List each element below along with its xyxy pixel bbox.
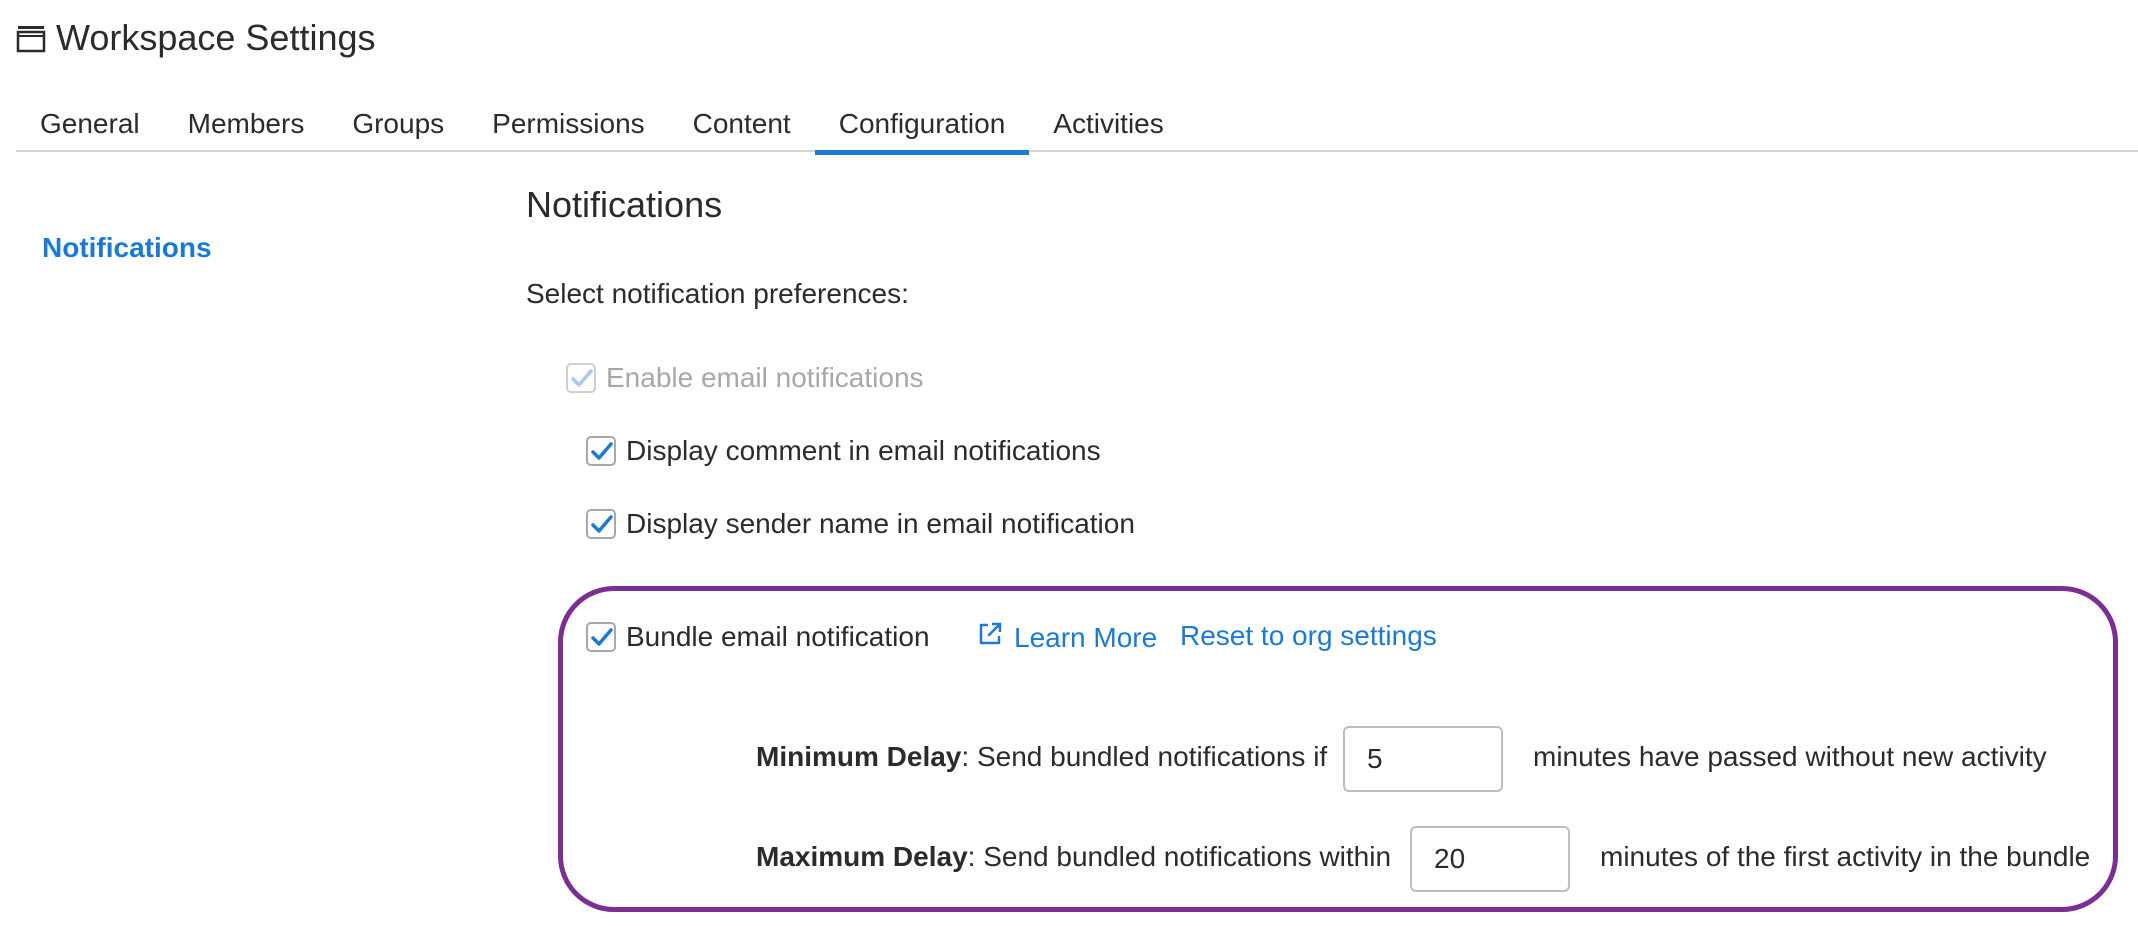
check-icon <box>591 628 613 646</box>
check-icon <box>591 515 613 533</box>
bundle-email-option: Bundle email notification <box>586 621 930 653</box>
display-sender-option: Display sender name in email notificatio… <box>586 508 1135 540</box>
maximum-delay-input[interactable] <box>1410 826 1570 892</box>
maximum-delay-row: Maximum Delay: Send bundled notification… <box>756 841 1391 873</box>
learn-more-label: Learn More <box>1014 621 1158 653</box>
check-icon <box>571 369 593 387</box>
display-sender-checkbox[interactable] <box>586 509 616 539</box>
enable-email-notifications-label: Enable email notifications <box>606 362 924 393</box>
section-title: Notifications <box>526 184 723 225</box>
display-comment-checkbox[interactable] <box>586 436 616 466</box>
enable-email-notifications-checkbox[interactable] <box>566 363 596 393</box>
minimum-delay-suffix: minutes have passed without new activity <box>1533 741 2047 772</box>
tab-general[interactable]: General <box>16 100 164 152</box>
maximum-delay-prefix: : Send bundled notifications within <box>967 841 1392 872</box>
minimum-delay-input[interactable] <box>1343 726 1503 792</box>
tab-activities[interactable]: Activities <box>1029 100 1187 152</box>
bundle-email-checkbox[interactable] <box>586 622 616 652</box>
learn-more-link[interactable]: Learn More <box>976 620 1157 655</box>
sidebar-item-notifications[interactable]: Notifications <box>42 232 212 264</box>
reset-to-org-settings-link[interactable]: Reset to org settings <box>1180 620 1437 652</box>
minimum-delay-row: Minimum Delay: Send bundled notification… <box>756 741 1327 773</box>
maximum-delay-label: Maximum Delay <box>756 841 968 872</box>
page-header: Workspace Settings <box>16 12 375 64</box>
maximum-delay-suffix: minutes of the first activity in the bun… <box>1600 841 2091 872</box>
external-link-icon <box>976 620 1004 655</box>
tab-configuration[interactable]: Configuration <box>814 100 1030 155</box>
enable-email-notifications-option: Enable email notifications <box>566 362 924 394</box>
check-icon <box>591 442 613 460</box>
display-comment-option: Display comment in email notifications <box>586 435 1101 467</box>
section-subtitle: Select notification preferences: <box>526 278 909 309</box>
tab-groups[interactable]: Groups <box>328 100 468 152</box>
display-comment-label: Display comment in email notifications <box>626 435 1101 466</box>
minimum-delay-prefix: : Send bundled notifications if <box>961 741 1328 772</box>
display-sender-label: Display sender name in email notificatio… <box>626 508 1135 539</box>
tab-content[interactable]: Content <box>669 100 815 152</box>
window-icon <box>16 23 46 53</box>
settings-tabs: General Members Groups Permissions Conte… <box>16 100 2138 155</box>
tab-members[interactable]: Members <box>164 100 329 152</box>
bundle-email-label: Bundle email notification <box>626 621 930 652</box>
tab-permissions[interactable]: Permissions <box>468 100 668 152</box>
minimum-delay-label: Minimum Delay <box>756 741 962 772</box>
page-title: Workspace Settings <box>56 17 376 58</box>
